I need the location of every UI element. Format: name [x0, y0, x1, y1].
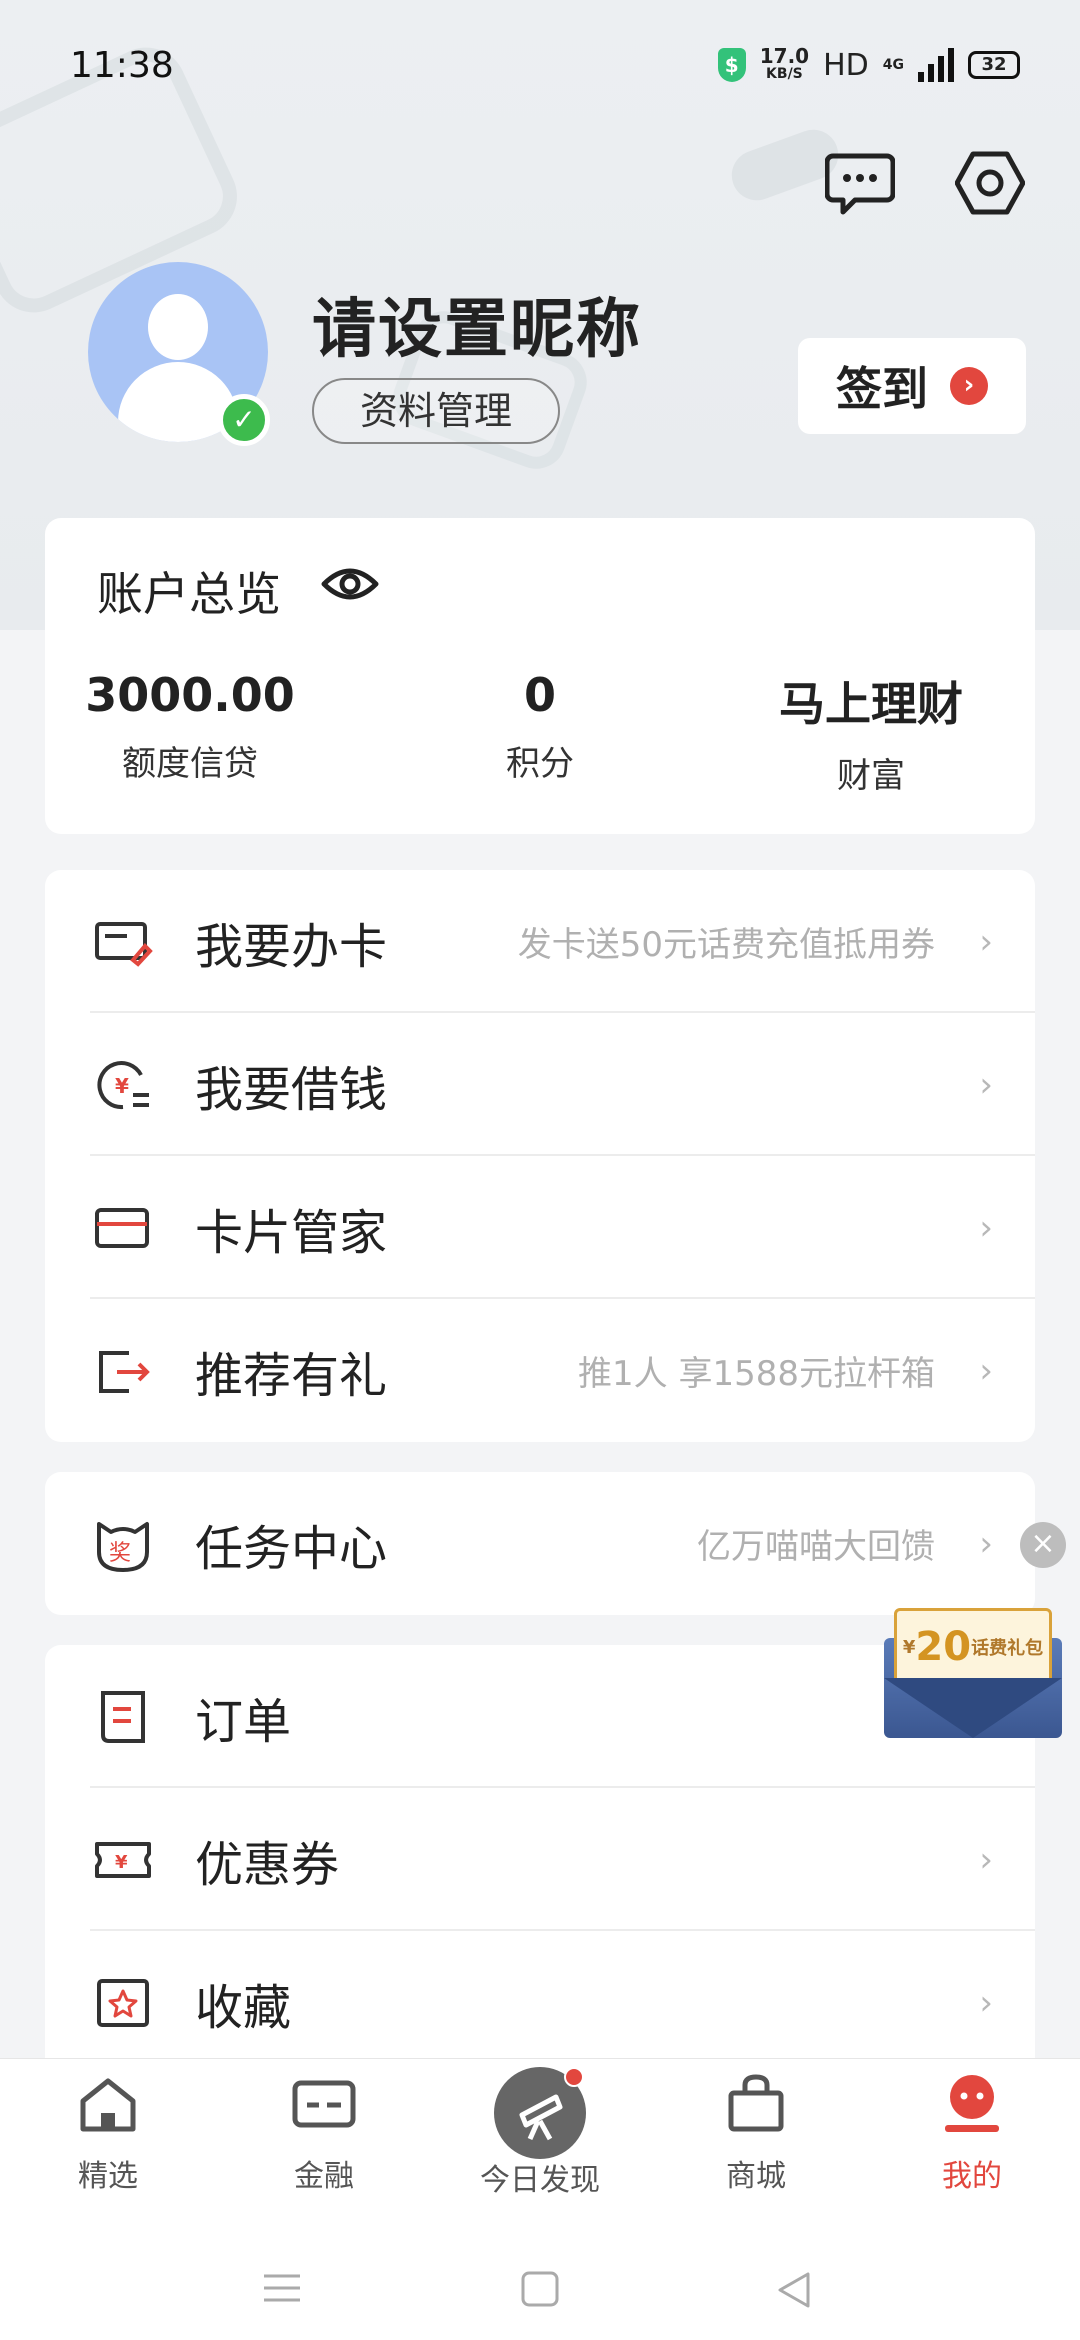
order-icon — [101, 1690, 145, 1743]
stat-label: 财富 — [837, 756, 905, 796]
gift-package-float[interactable]: ¥ 20 话费礼包 — [884, 1608, 1062, 1738]
menu-hint: 亿万喵喵大回馈 — [697, 1527, 935, 1567]
checkin-label: 签到 — [836, 362, 928, 416]
account-overview-card: 账户总览 3000.00 额度信贷 0 积分 马上理财 财富 — [45, 518, 1035, 834]
gift-amount: 20 — [915, 1624, 972, 1670]
menu-item-borrow[interactable]: ¥ 我要借钱 › — [45, 1013, 1035, 1156]
nav-finance[interactable]: 金融 — [244, 2069, 404, 2195]
menu-hint: 推1人 享1588元拉杆箱 — [578, 1354, 935, 1394]
back-icon[interactable] — [774, 2270, 814, 2310]
chevron-right-icon: › — [979, 1839, 993, 1880]
home-icon — [80, 2078, 136, 2132]
security-shield-icon: $ — [717, 48, 746, 82]
status-bar: 11:38 $ 17.0 KB/S HD 4G 32 — [0, 0, 1080, 130]
profile-icon — [945, 2075, 999, 2132]
net-speed: 17.0 KB/S — [759, 44, 810, 82]
coupon-icon: ¥ — [95, 1841, 151, 1878]
menu-label: 我要办卡 — [195, 918, 388, 975]
menu-label: 任务中心 — [195, 1520, 388, 1577]
finance-icon — [292, 2080, 356, 2128]
menu-item-task-center[interactable]: 奖 任务中心 亿万喵喵大回馈 › — [45, 1472, 1035, 1615]
gift-currency: ¥ — [902, 1636, 916, 1658]
signal-icon — [918, 48, 954, 82]
nav-featured[interactable]: 精选 — [28, 2069, 188, 2195]
card-manager-icon — [95, 1207, 149, 1248]
menu-label: 推荐有礼 — [195, 1347, 388, 1404]
menu-icon[interactable] — [262, 2270, 302, 2306]
menu-label: 我要借钱 — [195, 1061, 388, 1118]
chevron-right-icon: › — [979, 921, 993, 962]
chevron-right-icon: › — [979, 1350, 993, 1391]
svg-text:奖: 奖 — [109, 1541, 131, 1566]
checkin-button[interactable]: 签到 › — [798, 338, 1026, 434]
nav-label: 精选 — [78, 2159, 138, 2194]
stat-value: 0 — [523, 668, 556, 722]
chevron-right-icon: › — [979, 1523, 993, 1564]
chevron-right-icon: › — [979, 1982, 993, 2023]
nav-mall[interactable]: 商城 — [676, 2069, 836, 2195]
status-time: 11:38 — [70, 44, 174, 86]
nav-label: 我的 — [942, 2159, 1002, 2194]
menu-hint: 发卡送50元话费充值抵用券 — [517, 925, 935, 965]
network-type: 4G — [882, 57, 904, 73]
menu-item-referral[interactable]: 推荐有礼 推1人 享1588元拉杆箱 › — [45, 1299, 1035, 1442]
cat-reward-icon: 奖 — [97, 1521, 149, 1572]
stat-label: 额度信贷 — [122, 744, 258, 784]
menu-item-coupon[interactable]: ¥ 优惠券 › — [45, 1788, 1035, 1931]
eye-icon[interactable] — [320, 562, 380, 606]
profile-manage-button[interactable]: 资料管理 — [312, 378, 560, 444]
home-square-icon[interactable] — [520, 2270, 560, 2308]
favorite-icon — [97, 1978, 149, 2027]
verified-check-icon: ✓ — [218, 394, 270, 446]
menu-item-apply-card[interactable]: 我要办卡 发卡送50元话费充值抵用券 › — [45, 870, 1035, 1013]
overview-title: 账户总览 — [97, 567, 281, 621]
chevron-right-icon: › — [950, 367, 988, 405]
credit-limit-stat[interactable]: 3000.00 额度信贷 — [40, 668, 340, 785]
stat-value: 马上理财 — [779, 677, 963, 731]
chevron-right-icon: › — [979, 1064, 993, 1105]
menu-label: 卡片管家 — [195, 1204, 388, 1261]
referral-icon — [99, 1350, 150, 1393]
stat-label: 积分 — [506, 744, 574, 784]
menu-item-card-manager[interactable]: 卡片管家 › — [45, 1156, 1035, 1299]
svg-text:¥: ¥ — [115, 1074, 129, 1098]
menu-label: 收藏 — [195, 1979, 292, 2036]
close-float-button[interactable]: × — [1020, 1522, 1066, 1568]
borrow-money-icon: ¥ — [97, 1060, 149, 1109]
menu-label: 订单 — [195, 1693, 292, 1750]
battery-icon: 32 — [968, 51, 1020, 79]
wealth-stat[interactable]: 马上理财 财富 — [721, 668, 1021, 797]
settings-icon[interactable] — [955, 150, 1025, 216]
shopping-bag-icon — [728, 2074, 784, 2132]
menu-label: 优惠券 — [195, 1836, 340, 1893]
nav-mine[interactable]: 我的 — [892, 2069, 1052, 2195]
svg-text:¥: ¥ — [115, 1852, 128, 1873]
message-icon[interactable] — [825, 150, 895, 216]
menu-item-favorite[interactable]: 收藏 › — [45, 1931, 1035, 2074]
services-card: 我要办卡 发卡送50元话费充值抵用券 › ¥ 我要借钱 › 卡片管家 › 推荐有… — [45, 870, 1035, 1442]
nav-label: 金融 — [294, 2159, 354, 2194]
nav-label: 商城 — [726, 2159, 786, 2194]
task-center-card: 奖 任务中心 亿万喵喵大回馈 › — [45, 1472, 1035, 1615]
gift-text: 话费礼包 — [971, 1638, 1044, 1659]
nav-label: 今日发现 — [480, 2163, 600, 2198]
stat-value: 3000.00 — [85, 668, 295, 722]
bottom-nav: 精选 金融 今日发现 商城 我的 — [0, 2058, 1080, 2218]
notification-dot — [564, 2067, 584, 2087]
system-nav-bar — [0, 2218, 1080, 2340]
points-stat[interactable]: 0 积分 — [390, 668, 690, 785]
nickname[interactable]: 请设置昵称 — [312, 278, 642, 370]
chevron-right-icon: › — [979, 1207, 993, 1248]
hd-indicator: HD — [823, 47, 869, 83]
card-apply-icon — [95, 921, 153, 967]
